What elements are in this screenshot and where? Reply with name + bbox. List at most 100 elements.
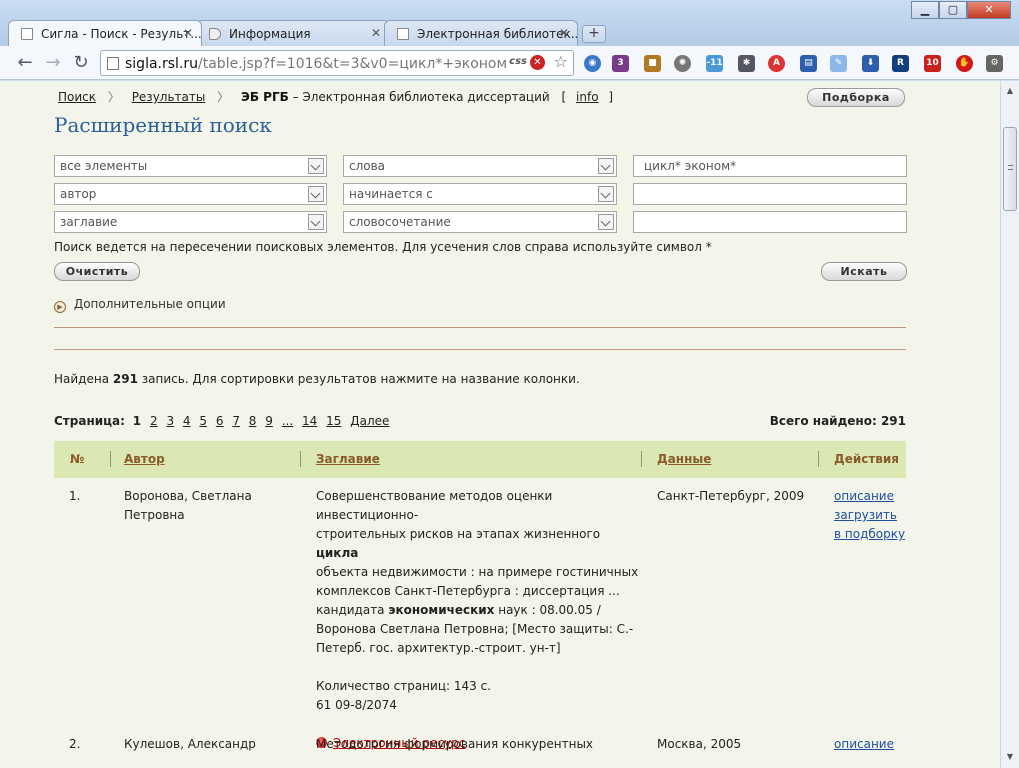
page-icon [397,28,409,40]
scroll-up-icon[interactable]: ▲ [1001,83,1019,99]
browser-titlebar: Сигла - Поиск - Результ... ✕ Информация … [0,0,1019,46]
breadcrumb-search-link[interactable]: Поиск [58,90,96,104]
column-number: № [70,452,85,466]
current-page: 1 [132,414,142,428]
field-select-2[interactable]: автор [54,183,327,205]
info-link[interactable]: info [576,90,599,104]
search-input-1[interactable]: цикл* эконом* [633,155,907,177]
forward-arrow-icon[interactable]: → [42,52,64,74]
page-link-2[interactable]: 2 [150,414,158,428]
tag-icon [209,28,221,40]
play-circle-icon: ▶ [54,301,66,313]
found-count: 291 [112,372,138,386]
badge-count: 3 [617,58,624,68]
note-extension-icon[interactable]: ▤ [800,55,817,72]
gmail-extension-icon[interactable]: 10 [924,55,941,72]
clear-button[interactable]: Очистить [54,262,140,281]
search-input-2[interactable] [633,183,907,205]
row-2-data: Москва, 2005 [657,737,742,751]
page-link-3[interactable]: 3 [166,414,174,428]
mode-select-3[interactable]: словосочетание [343,211,617,233]
page-link-5[interactable]: 5 [199,414,207,428]
wrench-icon[interactable]: ⚙ [986,55,1003,72]
row-2-actions: описание [834,735,894,754]
download-link[interactable]: загрузить [834,506,905,525]
scroll-down-icon[interactable]: ▼ [1001,749,1019,765]
column-separator [300,451,301,467]
selection-button[interactable]: Подборка [807,88,905,107]
column-author-sort[interactable]: Автор [124,452,165,466]
chevron-down-icon [308,158,324,174]
page-link-15[interactable]: 15 [326,414,341,428]
page-link-7[interactable]: 7 [232,414,240,428]
field-select-3[interactable]: заглавие [54,211,327,233]
css-extension-icon[interactable]: css [506,56,527,67]
rss-extension-icon[interactable]: R [892,55,909,72]
page-link-9[interactable]: 9 [265,414,273,428]
weather-temperature: -11 [706,58,723,68]
close-tab-icon[interactable]: ✕ [183,26,193,40]
page-link-ellipsis[interactable]: ... [282,414,293,428]
url-host: sigla.rsl.ru [125,56,199,72]
tab-information[interactable]: Информация ✕ [196,20,390,46]
weather-extension-icon[interactable]: -11 [706,55,723,72]
more-options-toggle[interactable]: ▶ Дополнительные опции [54,297,226,313]
search-hint: Поиск ведется на пересечении поисковых э… [54,240,712,254]
gear-extension-icon[interactable]: ✺ [674,55,691,72]
tab-strip: Сигла - Поиск - Результ... ✕ Информация … [8,20,606,46]
green-badge-extension-icon[interactable]: 3 [612,55,629,72]
mode-select-2[interactable]: начинается с [343,183,617,205]
page-link-8[interactable]: 8 [249,414,257,428]
page-title: Расширенный поиск [54,113,272,137]
description-link[interactable]: описание [834,735,894,754]
search-button[interactable]: Искать [821,262,907,281]
description-link[interactable]: описание [834,487,905,506]
tab-electronic-library[interactable]: Электронная библиотек... ✕ [384,20,578,46]
reload-icon[interactable]: ↻ [70,52,92,74]
column-title-sort[interactable]: Заглавие [316,452,380,466]
close-tab-icon[interactable]: ✕ [559,26,569,40]
stop-extension-icon[interactable]: ✕ [530,55,545,70]
title-line: Совершенствование методов оценки инвести… [316,489,553,522]
column-data-sort[interactable]: Данные [657,452,711,466]
stop-sign-extension-icon[interactable]: ✋ [956,55,973,72]
box-extension-icon[interactable]: ■ [644,55,661,72]
page-count: Количество страниц: 143 с. [316,679,491,693]
close-tab-icon[interactable]: ✕ [371,26,381,40]
breadcrumb-results-link[interactable]: Результаты [132,90,206,104]
feather-extension-icon[interactable]: ✎ [830,55,847,72]
page-viewport: Поиск 〉 Результаты 〉 ЭБ РГБ – Электронна… [0,81,1000,768]
field-select-1[interactable]: все элементы [54,155,327,177]
tab-sigla-search[interactable]: Сигла - Поиск - Результ... ✕ [8,20,202,46]
page-link-14[interactable]: 14 [302,414,317,428]
title-line: Воронова Светлана Петровна; [Место защит… [316,622,634,636]
new-tab-button[interactable]: + [582,25,606,43]
search-input-3[interactable] [633,211,907,233]
adblock-extension-icon[interactable]: A [768,55,785,72]
address-bar[interactable]: sigla.rsl.ru/table.jsp?f=1016&t=3&v0=цик… [100,50,574,76]
back-arrow-icon[interactable]: ← [14,52,36,74]
vertical-scrollbar[interactable]: ▲ ▼ [1000,81,1019,768]
globe-extension-icon[interactable]: ◉ [584,55,601,72]
window-close-icon[interactable]: ✕ [967,1,1011,19]
column-separator [641,451,642,467]
title-fragment: наук : 08.00.05 / [494,603,601,617]
minimize-icon[interactable]: ▁ [911,1,939,19]
title-line: комплексов Санкт-Петербурга : диссертаци… [316,584,620,598]
select-value: заглавие [60,215,118,229]
scroll-thumb[interactable] [1003,127,1017,211]
page-link-6[interactable]: 6 [216,414,224,428]
bookmark-star-icon[interactable]: ☆ [554,52,568,71]
url-path: /table.jsp?f=1016&t=3&v0=цикл*+эконом* [198,56,515,72]
column-separator [110,451,111,467]
page-link-4[interactable]: 4 [183,414,191,428]
add-to-selection-link[interactable]: в подборку [834,525,905,544]
next-page-link[interactable]: Далее [350,414,389,428]
bug-extension-icon[interactable]: ✱ [738,55,755,72]
download-extension-icon[interactable]: ⬇ [862,55,879,72]
mode-select-1[interactable]: слова [343,155,617,177]
select-value: словосочетание [349,215,451,229]
maximize-icon[interactable]: ▢ [939,1,967,19]
results-summary: Найдена 291 запись. Для сортировки резул… [54,372,580,386]
